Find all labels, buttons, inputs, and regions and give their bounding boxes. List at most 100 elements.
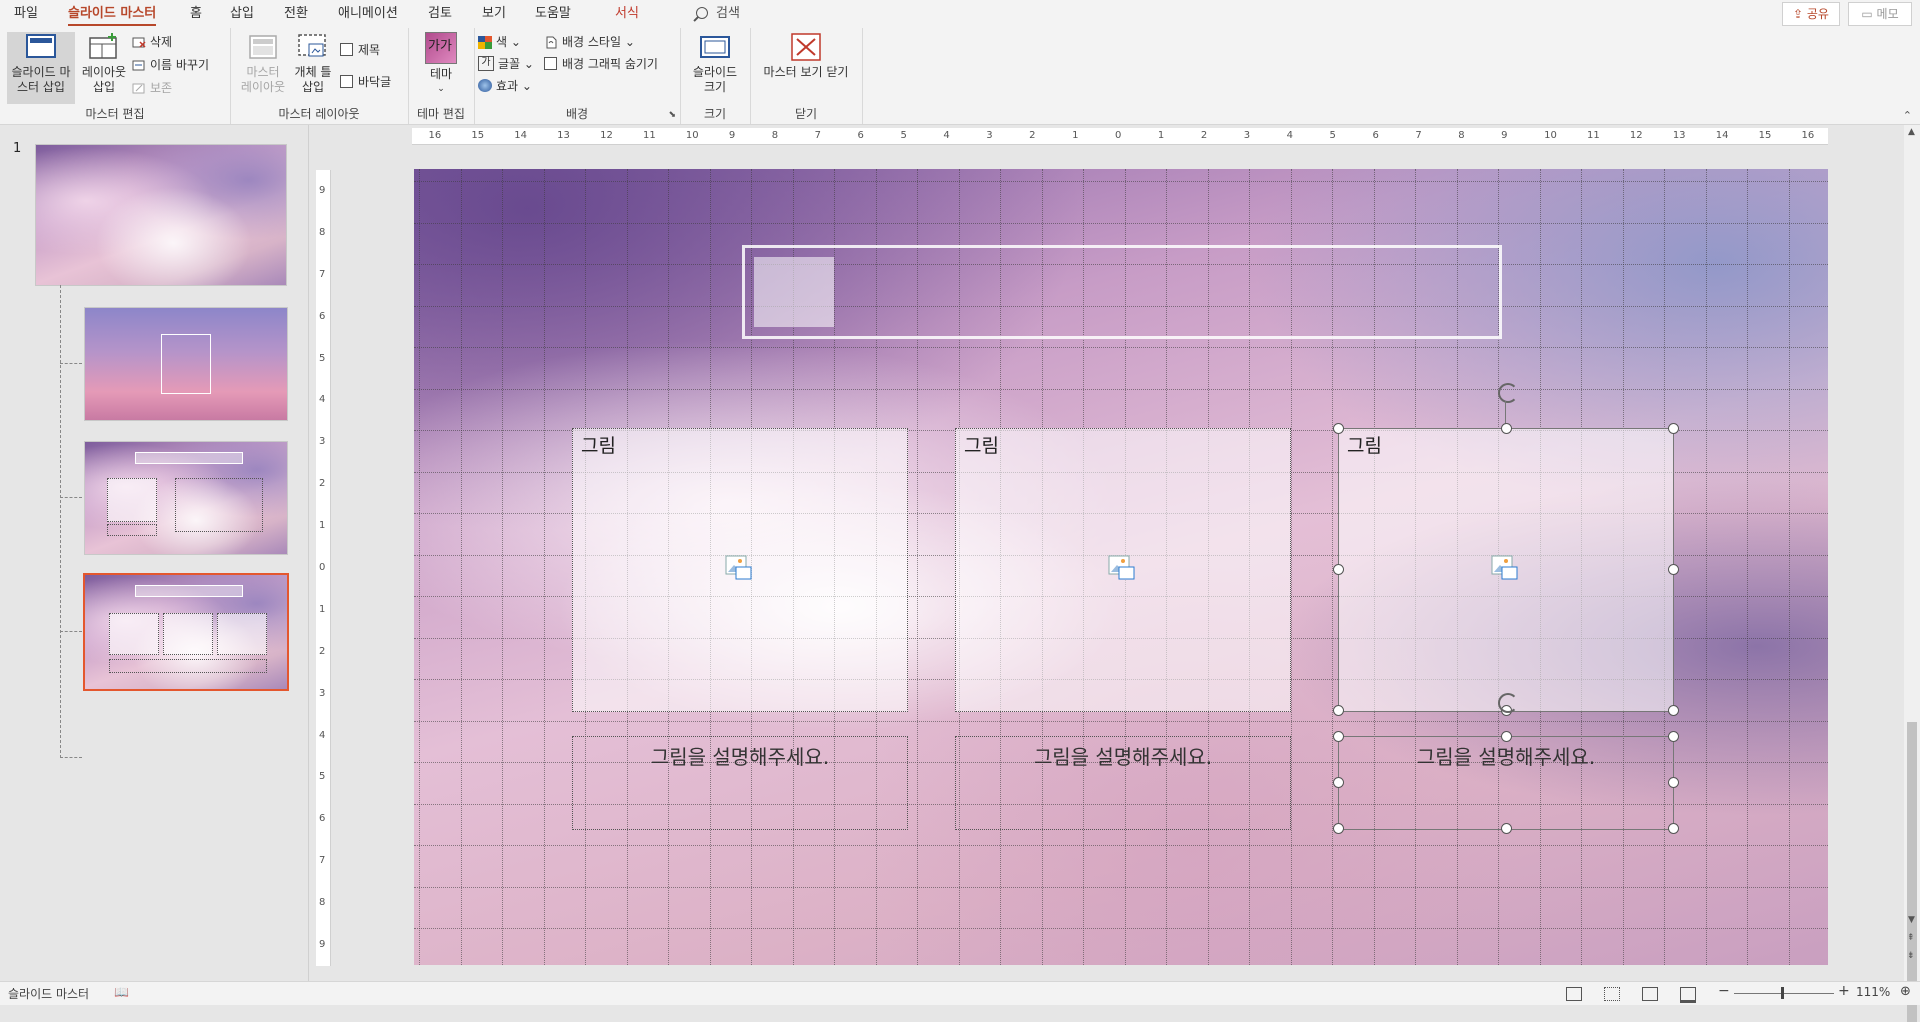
picture-placeholder-2[interactable]: 그림 — [955, 428, 1291, 712]
title-placeholder[interactable] — [742, 245, 1502, 339]
slideshow-view-icon[interactable] — [1680, 987, 1696, 1003]
layout-thumbnail-3-selected[interactable] — [83, 573, 289, 691]
resize-handle[interactable] — [1668, 731, 1679, 742]
resize-handle[interactable] — [1501, 823, 1512, 834]
themes-button[interactable]: 가가 테마 ⌄ — [418, 32, 464, 97]
master-layout-button[interactable]: 마스터 레이아웃 — [240, 32, 286, 95]
zoom-out-icon[interactable]: − — [1718, 983, 1730, 999]
scrollbar-thumb[interactable] — [1907, 722, 1917, 1022]
rotate-handle-icon[interactable] — [1498, 693, 1518, 713]
insert-placeholder-button[interactable]: 개체 틀 삽입 — [292, 32, 334, 95]
tab-format[interactable]: 서식 — [615, 4, 639, 24]
title-checkbox-box[interactable] — [340, 43, 353, 56]
resize-handle[interactable] — [1668, 823, 1679, 834]
scroll-up-icon[interactable]: ▲ — [1908, 127, 1915, 137]
vertical-scrollbar[interactable]: ▲ ▼ ⇞ ⇟ — [1904, 125, 1920, 1022]
zoom-in-icon[interactable]: + — [1838, 983, 1850, 999]
tab-file[interactable]: 파일 — [14, 4, 38, 24]
tab-help[interactable]: 도움말 — [535, 4, 571, 24]
resize-handle[interactable] — [1333, 423, 1344, 434]
slide-sorter-view-icon[interactable] — [1604, 987, 1620, 1001]
insert-layout-button[interactable]: 레이아웃 삽입 — [78, 32, 130, 95]
layout-thumbnail-1[interactable] — [84, 307, 288, 421]
effects-icon — [478, 79, 492, 92]
insert-picture-icon[interactable] — [1491, 555, 1519, 583]
resize-handle[interactable] — [1668, 777, 1679, 788]
caption-placeholder-1[interactable]: 그림을 설명해주세요. — [572, 736, 908, 830]
fonts-button[interactable]: 가 글꼴 ⌄ — [478, 54, 534, 74]
resize-handle[interactable] — [1333, 705, 1344, 716]
share-button[interactable]: ⇪ 공유 — [1782, 2, 1840, 26]
zoom-level[interactable]: 111% — [1856, 985, 1890, 999]
tab-home[interactable]: 홈 — [190, 4, 202, 24]
insert-picture-icon[interactable] — [1108, 555, 1136, 583]
effects-button[interactable]: 효과 ⌄ — [478, 76, 532, 96]
themes-dropdown-icon: ⌄ — [437, 84, 445, 94]
themes-label: 테마 — [429, 67, 453, 81]
insert-slide-master-button[interactable]: 슬라이드 마스터 삽입 — [7, 32, 75, 104]
resize-handle[interactable] — [1501, 423, 1512, 434]
tab-review[interactable]: 검토 — [428, 4, 452, 24]
rename-button[interactable]: 이름 바꾸기 — [132, 55, 209, 75]
fit-to-window-icon[interactable]: ⊕ — [1900, 984, 1911, 999]
collapse-ribbon-icon[interactable]: ⌃ — [1903, 109, 1912, 122]
background-styles-icon — [544, 35, 558, 49]
tab-slide-master[interactable]: 슬라이드 마스터 — [68, 4, 157, 26]
hide-background-graphics-checkbox[interactable]: 배경 그래픽 숨기기 — [544, 54, 658, 74]
delete-button[interactable]: 삭제 — [132, 32, 172, 52]
picture-placeholder-1[interactable]: 그림 — [572, 428, 908, 712]
tab-view[interactable]: 보기 — [482, 4, 506, 24]
ruler-tick-label: 9 — [319, 184, 326, 196]
previous-slide-icon[interactable]: ⇞ — [1907, 933, 1915, 943]
resize-handle[interactable] — [1668, 705, 1679, 716]
next-slide-icon[interactable]: ⇟ — [1907, 951, 1915, 961]
tab-animations[interactable]: 애니메이션 — [338, 4, 398, 24]
resize-handle[interactable] — [1333, 823, 1344, 834]
ruler-tick-label: 6 — [1372, 130, 1379, 141]
slide-size-button[interactable]: 슬라이드 크기 — [686, 32, 744, 95]
ruler-tick-label: 5 — [319, 352, 326, 364]
tab-insert[interactable]: 삽입 — [230, 4, 254, 24]
resize-handle[interactable] — [1333, 564, 1344, 575]
connector-branch — [60, 757, 82, 758]
resize-handle[interactable] — [1501, 731, 1512, 742]
caption-placeholder-3[interactable]: 그림을 설명해주세요. — [1338, 736, 1674, 830]
scroll-down-icon[interactable]: ▼ — [1908, 915, 1915, 925]
connector-branch — [60, 631, 82, 632]
memo-button[interactable]: ▭ 메모 — [1848, 2, 1912, 26]
footer-checkbox[interactable]: 바닥글 — [340, 72, 391, 92]
background-styles-button[interactable]: 배경 스타일 ⌄ — [544, 32, 635, 52]
picture-placeholder-3[interactable]: 그림 — [1338, 428, 1674, 712]
rotate-handle-icon[interactable] — [1498, 383, 1518, 403]
colors-button[interactable]: 색 ⌄ — [478, 32, 521, 52]
resize-handle[interactable] — [1333, 731, 1344, 742]
thumb-placeholder — [161, 334, 211, 394]
ruler-tick-label: 7 — [319, 268, 326, 280]
caption-placeholder-2[interactable]: 그림을 설명해주세요. — [955, 736, 1291, 830]
slide-canvas[interactable]: 그림 그림 그림 그림을 설명해주세요. 그림을 설명해주세요. 그림을 설명해… — [414, 169, 1828, 965]
reading-view-icon[interactable] — [1642, 987, 1658, 1001]
master-thumbnail[interactable] — [35, 144, 287, 286]
resize-handle[interactable] — [1668, 423, 1679, 434]
insert-picture-icon[interactable] — [725, 555, 753, 583]
zoom-slider[interactable] — [1734, 993, 1834, 994]
grid-line — [414, 845, 1828, 846]
background-styles-label: 배경 스타일 — [562, 35, 622, 49]
slide-size-label: 슬라이드 크기 — [692, 65, 738, 94]
normal-view-icon[interactable] — [1566, 987, 1582, 1001]
title-checkbox[interactable]: 제목 — [340, 40, 380, 60]
preserve-button[interactable]: 보존 — [132, 78, 172, 98]
resize-handle[interactable] — [1668, 564, 1679, 575]
search-box[interactable]: 검색 — [696, 4, 740, 24]
ruler-tick-label: 4 — [319, 394, 326, 406]
tab-transitions[interactable]: 전환 — [284, 4, 308, 24]
thumb-picture-placeholder — [109, 613, 159, 655]
close-master-view-button[interactable]: 마스터 보기 닫기 — [756, 32, 856, 80]
layout-thumbnail-2[interactable] — [84, 441, 288, 555]
zoom-slider-thumb[interactable] — [1781, 987, 1784, 999]
thumb-picture-placeholder — [163, 613, 213, 655]
resize-handle[interactable] — [1333, 777, 1344, 788]
footer-checkbox-box[interactable] — [340, 75, 353, 88]
accessibility-icon[interactable]: 📖 — [114, 985, 129, 999]
hide-background-graphics-box[interactable] — [544, 57, 557, 70]
